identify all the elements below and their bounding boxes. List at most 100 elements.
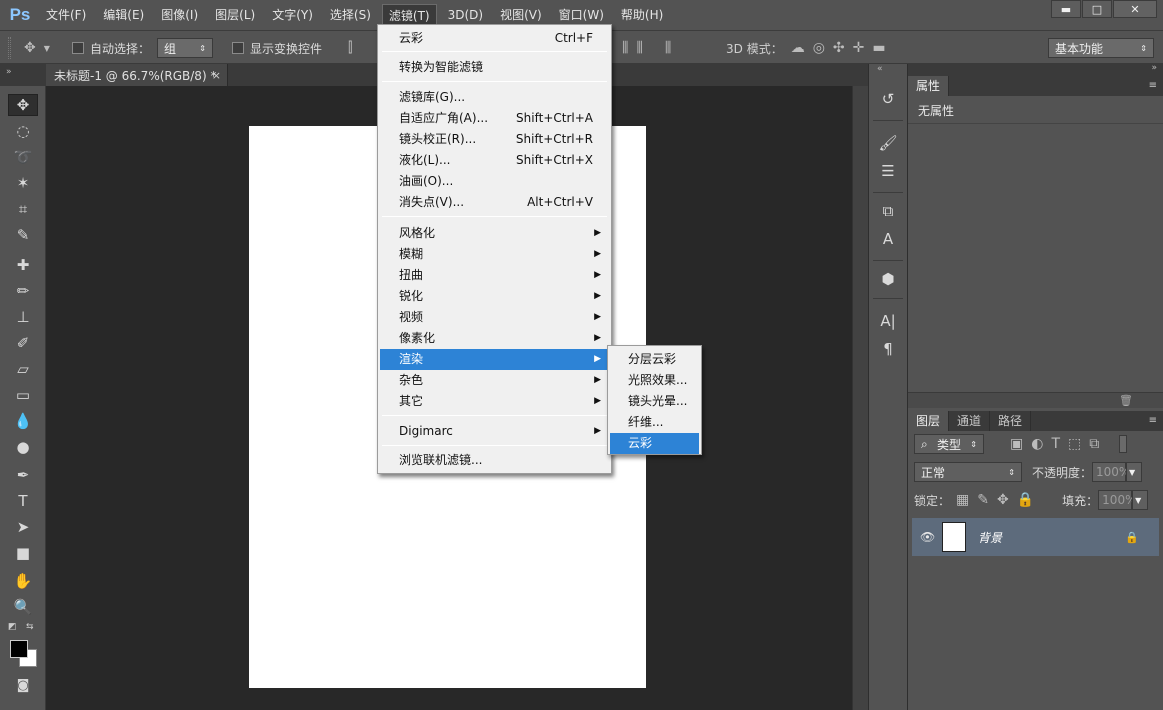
opacity-field[interactable]: 100% <box>1092 462 1130 482</box>
brush-tool-icon[interactable]: ✏ <box>8 280 38 302</box>
menu-item-other[interactable]: 其它 ▶ <box>380 391 609 412</box>
collapse-icon[interactable]: » <box>6 67 12 77</box>
brush-panel-icon[interactable]: 🖌 <box>869 130 907 156</box>
menu-item-vanishing-point[interactable]: 消失点(V)... Alt+Ctrl+V <box>380 192 609 213</box>
shape-tool-icon[interactable]: ■ <box>8 542 38 564</box>
lock-all-icon[interactable]: 🔒 <box>1017 492 1034 508</box>
roll-3d-icon[interactable]: ◎ <box>813 40 825 56</box>
quick-mask-icon[interactable]: ◙ <box>8 674 38 696</box>
move-tool-preset[interactable]: ✥ ▼ <box>24 31 58 65</box>
menu-item-noise[interactable]: 杂色 ▶ <box>380 370 609 391</box>
auto-select-checkbox[interactable] <box>72 42 84 54</box>
collapse-icon[interactable]: » <box>1151 63 1157 73</box>
menu-file[interactable]: 文件(F) <box>40 4 92 26</box>
trash-icon[interactable]: 🗑 <box>1119 394 1133 407</box>
layer-row-background[interactable]: 👁 背景 🔒 <box>912 518 1159 556</box>
character-styles-panel-icon[interactable]: A <box>869 226 907 252</box>
menu-layer[interactable]: 图层(L) <box>209 4 261 26</box>
move-tool-icon[interactable]: ✥ <box>8 94 38 116</box>
adjustments-panel-icon[interactable]: ☰ <box>869 158 907 184</box>
menu-item-digimarc[interactable]: Digimarc ▶ <box>380 421 609 442</box>
submenu-item-clouds[interactable]: 云彩 <box>610 433 699 454</box>
menu-filter[interactable]: 滤镜(T) <box>381 4 437 26</box>
zoom-tool-icon[interactable]: 🔍 <box>8 596 38 618</box>
tab-paths[interactable]: 路径 <box>990 411 1032 431</box>
magic-wand-tool-icon[interactable]: ✶ <box>8 172 38 194</box>
history-brush-tool-icon[interactable]: ✐ <box>8 332 38 354</box>
auto-select-dropdown[interactable]: 组 ⇕ <box>157 38 213 58</box>
crop-tool-icon[interactable]: ⌗ <box>8 198 38 220</box>
menu-select[interactable]: 选择(S) <box>324 4 377 26</box>
menu-item-blur[interactable]: 模糊 ▶ <box>380 244 609 265</box>
distribute-top-icon[interactable]: ⫼ <box>622 40 628 56</box>
menu-item-browse-filters-online[interactable]: 浏览联机滤镜... <box>380 450 609 471</box>
tab-properties[interactable]: 属性 <box>908 76 950 96</box>
submenu-item-fibers[interactable]: 纤维... <box>610 412 699 433</box>
maximize-button[interactable]: □ <box>1082 0 1112 18</box>
menu-item-distort[interactable]: 扭曲 ▶ <box>380 265 609 286</box>
menu-item-lens-correction[interactable]: 镜头校正(R)... Shift+Ctrl+R <box>380 129 609 150</box>
document-tab[interactable]: 未标题-1 @ 66.7%(RGB/8) * × <box>46 64 228 86</box>
menu-item-stylize[interactable]: 风格化 ▶ <box>380 223 609 244</box>
hand-tool-icon[interactable]: ✋ <box>8 570 38 592</box>
menu-3d[interactable]: 3D(D) <box>442 4 489 26</box>
lasso-tool-icon[interactable]: ➰ <box>8 146 38 168</box>
collapse-icon[interactable]: « <box>869 64 907 76</box>
type-tool-icon[interactable]: T <box>8 490 38 512</box>
menu-item-oil-paint[interactable]: 油画(O)... <box>380 171 609 192</box>
paragraph-panel-icon[interactable]: ¶ <box>869 336 907 362</box>
foreground-color-swatch[interactable] <box>10 640 28 658</box>
distribute-spacing-icon[interactable]: ⫼ <box>665 40 671 56</box>
menu-type[interactable]: 文字(Y) <box>266 4 319 26</box>
lock-position-icon[interactable]: ✥ <box>997 492 1009 508</box>
drag-3d-icon[interactable]: ✣ <box>833 40 845 56</box>
filter-toggle[interactable] <box>1119 435 1128 453</box>
filter-smart-icon[interactable]: ⧉ <box>1089 436 1099 452</box>
eyedropper-tool-icon[interactable]: ✎ <box>8 224 38 246</box>
menu-item-pixelate[interactable]: 像素化 ▶ <box>380 328 609 349</box>
healing-brush-tool-icon[interactable]: ✚ <box>8 254 38 276</box>
submenu-item-lighting-effects[interactable]: 光照效果... <box>610 370 699 391</box>
filter-type-icon[interactable]: T <box>1051 436 1060 452</box>
minimize-button[interactable]: ▬ <box>1051 0 1081 18</box>
swap-colors-icon[interactable]: ⇆ <box>26 622 34 632</box>
lock-transparent-icon[interactable]: ▦ <box>956 492 969 508</box>
fill-dropdown-button[interactable]: ▼ <box>1132 490 1149 510</box>
pen-tool-icon[interactable]: ✒ <box>8 464 38 486</box>
character-panel-icon[interactable]: A| <box>869 308 907 334</box>
slide-3d-icon[interactable]: ✛ <box>853 40 865 56</box>
gradient-tool-icon[interactable]: ▭ <box>8 384 38 406</box>
tab-layers[interactable]: 图层 <box>908 411 950 431</box>
panel-menu-icon[interactable]: ≡ <box>1149 76 1157 96</box>
menu-item-liquify[interactable]: 液化(L)... Shift+Ctrl+X <box>380 150 609 171</box>
menu-item-video[interactable]: 视频 ▶ <box>380 307 609 328</box>
align-left-icon[interactable]: ⫿ <box>348 40 352 56</box>
menu-edit[interactable]: 编辑(E) <box>97 4 150 26</box>
marquee-tool-icon[interactable]: ◌ <box>8 120 38 142</box>
menu-item-adaptive-wide-angle[interactable]: 自适应广角(A)... Shift+Ctrl+A <box>380 108 609 129</box>
menu-image[interactable]: 图像(I) <box>155 4 204 26</box>
menu-view[interactable]: 视图(V) <box>494 4 548 26</box>
eye-icon[interactable]: 👁 <box>920 530 935 544</box>
rotate-3d-icon[interactable]: ☁ <box>791 40 805 56</box>
filter-shape-icon[interactable]: ⬚ <box>1068 436 1081 452</box>
submenu-item-lens-flare[interactable]: 镜头光晕... <box>610 391 699 412</box>
lock-pixels-icon[interactable]: ✎ <box>977 492 989 508</box>
close-icon[interactable]: × <box>212 69 221 82</box>
workspace-dropdown[interactable]: 基本功能 ⇕ <box>1048 38 1154 58</box>
panel-menu-icon[interactable]: ≡ <box>1149 411 1157 431</box>
menu-help[interactable]: 帮助(H) <box>615 4 669 26</box>
blend-mode-dropdown[interactable]: 正常 ⇕ <box>914 462 1022 482</box>
menu-item-clouds[interactable]: 云彩 Ctrl+F <box>380 28 609 49</box>
submenu-item-difference-clouds[interactable]: 分层云彩 <box>610 349 699 370</box>
distribute-center-icon[interactable]: ⫼ <box>636 40 642 56</box>
vertical-scrollbar[interactable] <box>852 86 868 710</box>
menu-item-filter-gallery[interactable]: 滤镜库(G)... <box>380 87 609 108</box>
menu-item-convert-smart-filter[interactable]: 转换为智能滤镜 <box>380 57 609 78</box>
path-selection-tool-icon[interactable]: ➤ <box>8 516 38 538</box>
scale-3d-icon[interactable]: ▬ <box>872 40 885 56</box>
tab-channels[interactable]: 通道 <box>949 411 991 431</box>
menu-item-sharpen[interactable]: 锐化 ▶ <box>380 286 609 307</box>
grip-handle[interactable] <box>8 37 11 59</box>
dodge-tool-icon[interactable]: ● <box>8 436 38 458</box>
